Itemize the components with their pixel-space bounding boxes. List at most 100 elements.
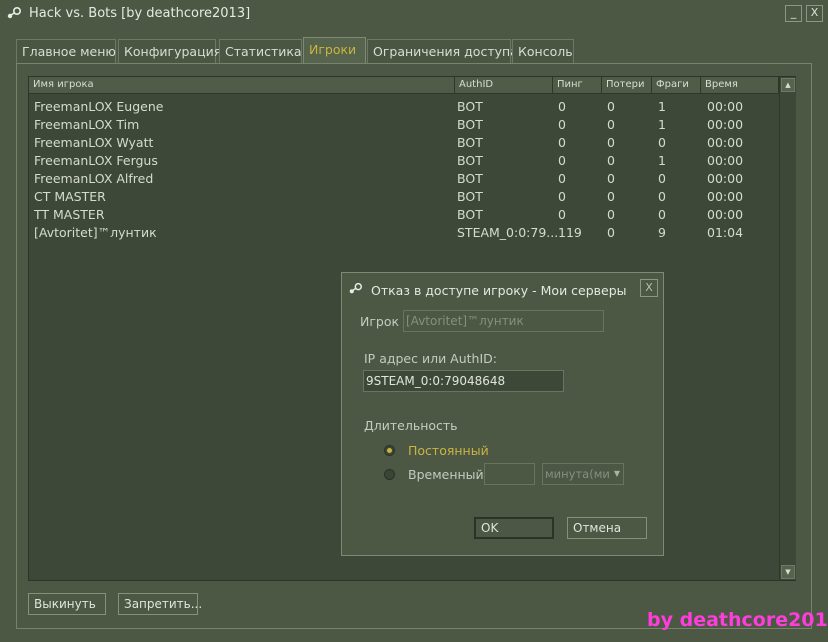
player-ping-cell: 0	[558, 135, 566, 150]
player-label: Игрок	[360, 314, 400, 329]
player-frags-cell: 0	[658, 135, 666, 150]
player-ping-cell: 0	[558, 117, 566, 132]
player-ping-cell: 0	[558, 207, 566, 222]
tab-configuration[interactable]: Конфигурация	[118, 39, 221, 63]
player-authid-cell: BOT	[457, 135, 483, 150]
player-loss-cell: 0	[607, 135, 615, 150]
player-ping-cell: 0	[558, 153, 566, 168]
player-frags-cell: 1	[658, 117, 666, 132]
player-ping-cell: 119	[558, 225, 582, 240]
dropdown-arrow-icon: ▼	[613, 469, 620, 478]
player-loss-cell: 0	[607, 189, 615, 204]
column-header-name[interactable]: Имя игрока	[29, 77, 455, 94]
ban-button[interactable]: Запретить...	[118, 593, 202, 615]
player-name-cell: FreemanLOX Fergus	[34, 153, 158, 168]
table-row[interactable]: [Avtoritet]™лунтик STEAM_0:0:79... 119 0 9 01…	[29, 225, 777, 243]
player-ping-cell: 0	[558, 189, 566, 204]
player-authid-cell: BOT	[457, 171, 483, 186]
dialog-title: Отказ в доступе игроку - Мои серверы	[371, 283, 627, 298]
column-header-authid[interactable]: AuthID	[455, 77, 553, 94]
player-name-cell: FreemanLOX Alfred	[34, 171, 154, 186]
table-row[interactable]: FreemanLOX Tim BOT 0 0 1 00:00	[29, 117, 777, 135]
scroll-up-arrow-icon[interactable]: ▲	[781, 78, 795, 92]
duration-unit-value: минута(ми	[545, 467, 610, 481]
column-header-loss[interactable]: Потери	[602, 77, 652, 94]
player-frags-cell: 1	[658, 153, 666, 168]
player-frags-cell: 0	[658, 189, 666, 204]
table-row[interactable]: TT MASTER BOT 0 0 0 00:00	[29, 207, 777, 225]
player-ping-cell: 0	[558, 99, 566, 114]
title-bar: Hack vs. Bots [by deathcore2013] _ X	[0, 0, 828, 28]
player-name-cell: TT MASTER	[34, 207, 105, 222]
column-header-ping[interactable]: Пинг	[553, 77, 602, 94]
column-header-frags[interactable]: Фраги	[652, 77, 701, 94]
player-name-cell: [Avtoritet]™лунтик	[34, 225, 157, 240]
player-time-cell: 00:00	[707, 207, 744, 222]
tab-statistics[interactable]: Статистика	[219, 39, 302, 63]
table-row[interactable]: FreemanLOX Fergus BOT 0 0 1 00:00	[29, 153, 777, 171]
permanent-radio[interactable]	[384, 445, 395, 456]
dialog-close-button[interactable]: X	[640, 279, 658, 297]
player-time-cell: 00:00	[707, 135, 744, 150]
scroll-down-arrow-icon[interactable]: ▼	[781, 565, 795, 579]
kick-button[interactable]: Выкинуть	[28, 593, 106, 615]
temporary-radio[interactable]	[384, 469, 395, 480]
player-time-cell: 00:00	[707, 153, 744, 168]
player-name-cell: FreemanLOX Tim	[34, 117, 140, 132]
minimize-button[interactable]: _	[785, 5, 802, 22]
player-authid-cell: BOT	[457, 207, 483, 222]
player-loss-cell: 0	[607, 207, 615, 222]
player-loss-cell: 0	[607, 117, 615, 132]
player-frags-cell: 1	[658, 99, 666, 114]
player-loss-cell: 0	[607, 225, 615, 240]
table-row[interactable]: FreemanLOX Eugene BOT 0 0 1 00:00	[29, 99, 777, 117]
player-name-cell: FreemanLOX Wyatt	[34, 135, 154, 150]
player-authid-cell: STEAM_0:0:79...	[457, 225, 559, 240]
temporary-option-label[interactable]: Временный:	[408, 467, 488, 482]
player-time-cell: 00:00	[707, 117, 744, 132]
player-authid-cell: BOT	[457, 153, 483, 168]
player-time-cell: 00:00	[707, 171, 744, 186]
player-frags-cell: 0	[658, 171, 666, 186]
duration-label: Длительность	[364, 418, 458, 433]
player-loss-cell: 0	[607, 153, 615, 168]
player-time-cell: 01:04	[707, 225, 744, 240]
ok-button[interactable]: OK	[474, 517, 554, 539]
tab-console[interactable]: Консоль	[512, 39, 574, 63]
close-icon: X	[810, 6, 819, 19]
minimize-icon: _	[790, 6, 797, 19]
player-name-cell: FreemanLOX Eugene	[34, 99, 164, 114]
tab-access-restrictions[interactable]: Ограничения доступа	[367, 39, 518, 63]
radio-selected-dot-icon	[387, 448, 392, 453]
steam-logo-icon	[349, 282, 363, 294]
player-field: [Avtoritet]™лунтик	[403, 310, 604, 332]
player-authid-cell: BOT	[457, 117, 483, 132]
tab-main-menu[interactable]: Главное меню	[16, 39, 116, 63]
table-row[interactable]: CT MASTER BOT 0 0 0 00:00	[29, 189, 777, 207]
watermark-text: by deathcore2013	[647, 609, 828, 631]
player-authid-cell: BOT	[457, 99, 483, 114]
permanent-option-label[interactable]: Постоянный	[408, 443, 489, 458]
table-row[interactable]: FreemanLOX Wyatt BOT 0 0 0 00:00	[29, 135, 777, 153]
list-scrollbar[interactable]: ▲ ▼	[779, 77, 796, 580]
close-button[interactable]: X	[806, 5, 823, 22]
player-time-cell: 00:00	[707, 189, 744, 204]
duration-input[interactable]	[484, 463, 535, 485]
table-row[interactable]: FreemanLOX Alfred BOT 0 0 0 00:00	[29, 171, 777, 189]
close-icon: X	[645, 281, 653, 294]
player-loss-cell: 0	[607, 99, 615, 114]
duration-unit-select[interactable]: минута(ми ▼	[542, 463, 624, 485]
ip-label: IP адрес или AuthID:	[364, 351, 498, 366]
steam-logo-icon	[7, 6, 22, 19]
column-header-time[interactable]: Время	[701, 77, 779, 94]
cancel-button[interactable]: Отмена	[567, 517, 647, 539]
ip-authid-input[interactable]: 9STEAM_0:0:79048648	[363, 370, 564, 392]
player-loss-cell: 0	[607, 171, 615, 186]
tab-players[interactable]: Игроки	[303, 37, 366, 64]
player-ping-cell: 0	[558, 171, 566, 186]
player-name-cell: CT MASTER	[34, 189, 106, 204]
ban-dialog: Отказ в доступе игроку - Мои серверы X И…	[341, 272, 664, 556]
player-frags-cell: 9	[658, 225, 666, 240]
player-authid-cell: BOT	[457, 189, 483, 204]
player-time-cell: 00:00	[707, 99, 744, 114]
